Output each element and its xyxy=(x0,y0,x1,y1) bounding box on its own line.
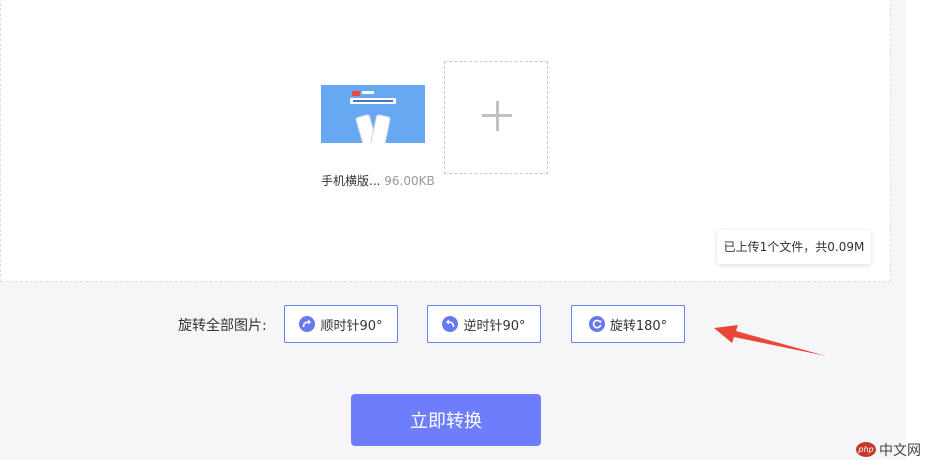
red-arrow-annotation xyxy=(714,325,826,356)
watermark-badge: php xyxy=(856,442,876,457)
rotate-clockwise-icon xyxy=(299,316,316,332)
thumbnail-logo-text xyxy=(362,91,374,94)
convert-now-button[interactable]: 立即转换 xyxy=(351,394,541,446)
rotate-counterclockwise-label: 逆时针90° xyxy=(463,318,526,334)
thumbnail-title-line xyxy=(353,100,393,102)
upload-summary: 已上传1个文件，共0.09M xyxy=(717,230,871,264)
rotate-clockwise-button[interactable]: 顺时针90° xyxy=(284,305,398,343)
rotate-180-button[interactable]: 旋转180° xyxy=(571,305,685,343)
rotate-180-label: 旋转180° xyxy=(609,318,668,334)
rotate-counterclockwise-icon xyxy=(442,316,459,332)
watermark: php 中文网 xyxy=(856,441,921,459)
rotate-all-label: 旋转全部图片: xyxy=(178,318,267,334)
thumbnail-logo xyxy=(352,91,360,96)
file-caption: 手机横版... 96.00KB xyxy=(321,172,435,189)
page-gutter xyxy=(906,0,931,460)
rotate-clockwise-label: 顺时针90° xyxy=(320,318,383,334)
rotate-counterclockwise-button[interactable]: 逆时针90° xyxy=(427,305,541,343)
watermark-text: 中文网 xyxy=(879,442,921,459)
thumbnail-image xyxy=(321,85,425,143)
thumbnail-phone-right xyxy=(369,113,392,143)
file-name: 手机横版... xyxy=(321,174,381,188)
image-thumbnail[interactable] xyxy=(321,63,425,167)
file-size: 96.00KB xyxy=(384,174,435,188)
upload-panel: 手机横版... 96.00KB 已上传1个文件，共0.09M xyxy=(0,0,891,282)
add-file-button[interactable] xyxy=(444,61,548,174)
rotate-180-icon xyxy=(588,316,605,332)
